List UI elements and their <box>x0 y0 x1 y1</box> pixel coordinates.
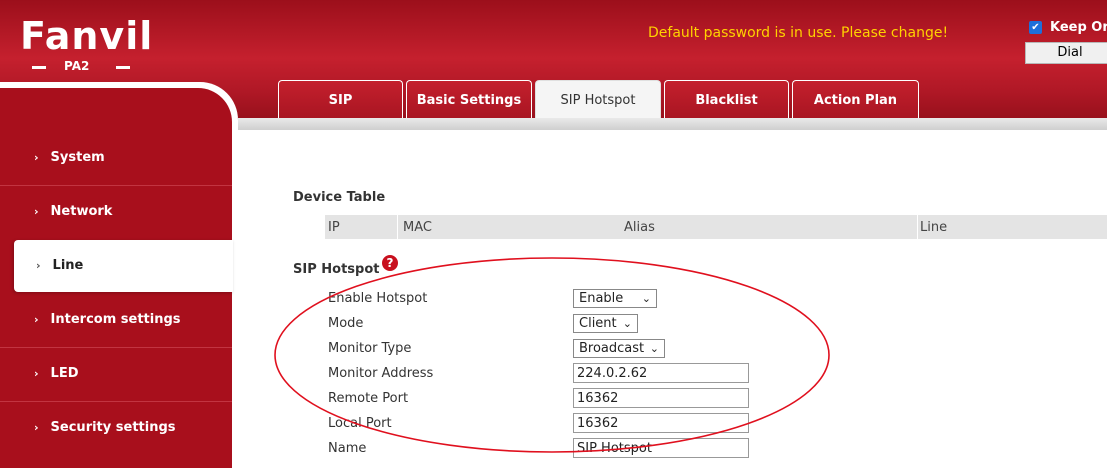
tab-sip[interactable]: SIP <box>278 80 403 118</box>
sip-hotspot-title: SIP Hotspot <box>293 262 380 277</box>
column-divider <box>397 215 398 239</box>
sidebar-item-intercom-settings[interactable]: › Intercom settings <box>0 294 232 346</box>
model-label: PA2 <box>64 59 90 73</box>
monitor-address-input[interactable] <box>573 363 749 383</box>
chevron-right-icon: › <box>34 205 39 218</box>
password-warning[interactable]: Default password is in use. Please chang… <box>648 25 948 41</box>
chevron-right-icon: › <box>34 421 39 434</box>
check-icon[interactable]: ✔ <box>1029 21 1042 34</box>
keep-online-checkbox[interactable]: ✔ Keep Or <box>1029 20 1107 35</box>
dial-button[interactable]: Dial <box>1025 42 1107 64</box>
mode-select[interactable]: Client ⌄ <box>573 314 638 333</box>
device-table-title: Device Table <box>293 190 386 205</box>
sidebar-item-security-settings[interactable]: › Security settings <box>0 402 232 454</box>
sidebar-item-label: Security settings <box>50 420 176 435</box>
remote-port-label: Remote Port <box>328 391 409 406</box>
chevron-right-icon: › <box>34 313 39 326</box>
local-port-input[interactable] <box>573 413 749 433</box>
mode-value: Client <box>579 316 617 331</box>
help-icon[interactable]: ? <box>382 255 398 271</box>
device-table-header: IP MAC Alias Line <box>325 215 1107 239</box>
tab-sip-hotspot[interactable]: SIP Hotspot <box>535 80 661 118</box>
mode-label: Mode <box>328 316 364 331</box>
column-mac: MAC <box>403 220 432 235</box>
sidebar-item-label: Line <box>52 258 84 273</box>
logo-bar-right <box>116 66 130 69</box>
chevron-right-icon: › <box>34 367 39 380</box>
local-port-label: Local Port <box>328 416 392 431</box>
monitor-address-label: Monitor Address <box>328 366 434 381</box>
chevron-down-icon: ⌄ <box>641 292 651 305</box>
enable-hotspot-label: Enable Hotspot <box>328 291 428 306</box>
chevron-right-icon: › <box>34 151 39 164</box>
enable-hotspot-select[interactable]: Enable ⌄ <box>573 289 657 308</box>
keep-online-label: Keep Or <box>1050 20 1107 35</box>
tab-blacklist[interactable]: Blacklist <box>664 80 789 118</box>
tab-strip-shadow <box>238 118 1107 130</box>
chevron-right-icon: › <box>36 259 41 272</box>
sidebar-item-network[interactable]: › Network <box>0 186 232 238</box>
sidebar-item-label: System <box>50 150 105 165</box>
logo-text: Fanvil <box>20 14 154 58</box>
name-input[interactable] <box>573 438 749 458</box>
sidebar-item-system[interactable]: › System <box>0 132 232 184</box>
sidebar: › System › Network › Line › Intercom setting… <box>0 88 233 468</box>
monitor-type-label: Monitor Type <box>328 341 412 356</box>
tab-basic-settings[interactable]: Basic Settings <box>406 80 532 118</box>
sidebar-item-line[interactable]: › Line <box>14 240 233 292</box>
monitor-type-value: Broadcast <box>579 341 645 356</box>
chevron-down-icon: ⌄ <box>622 317 632 330</box>
remote-port-input[interactable] <box>573 388 749 408</box>
column-alias: Alias <box>624 220 655 235</box>
sidebar-item-led[interactable]: › LED <box>0 348 232 400</box>
enable-hotspot-value: Enable <box>579 291 624 306</box>
column-line: Line <box>920 220 948 235</box>
sidebar-item-label: Intercom settings <box>50 312 181 327</box>
sidebar-item-label: Network <box>50 204 113 219</box>
sidebar-item-label: LED <box>50 366 79 381</box>
fanvil-logo: Fanvil PA2 <box>20 16 152 76</box>
logo-bar-left <box>32 66 46 69</box>
name-label: Name <box>328 441 367 456</box>
tab-action-plan[interactable]: Action Plan <box>792 80 919 118</box>
monitor-type-select[interactable]: Broadcast ⌄ <box>573 339 665 358</box>
chevron-down-icon: ⌄ <box>649 342 659 355</box>
column-ip: IP <box>328 220 340 235</box>
column-divider <box>917 215 918 239</box>
